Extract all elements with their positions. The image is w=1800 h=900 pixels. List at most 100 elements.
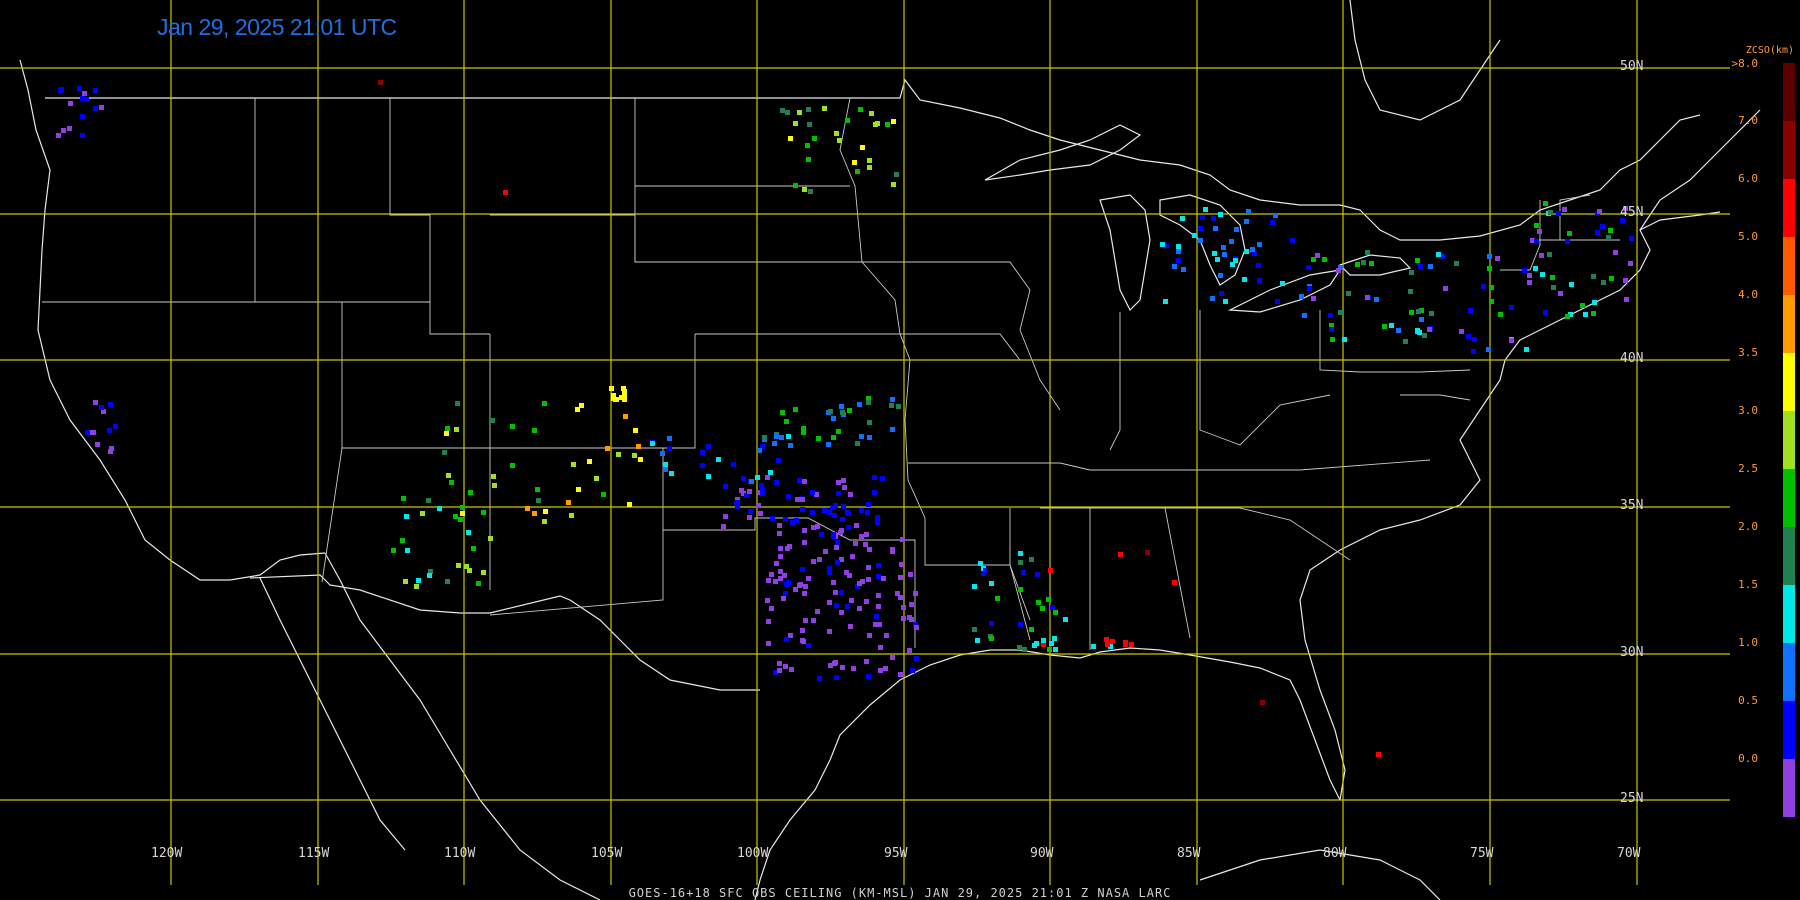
- ceiling-map: [0, 0, 1795, 900]
- legend-tick: 5.0: [1738, 230, 1758, 243]
- station-marker: [793, 183, 798, 188]
- station-marker: [1606, 235, 1611, 240]
- station-marker: [1562, 207, 1567, 212]
- station-marker: [770, 516, 775, 521]
- station-marker: [1246, 209, 1251, 214]
- station-marker: [1489, 299, 1494, 304]
- station-marker: [832, 513, 837, 518]
- station-marker: [801, 426, 806, 431]
- station-marker: [811, 618, 816, 623]
- station-marker: [1049, 641, 1054, 646]
- station-marker: [1172, 264, 1177, 269]
- station-marker: [766, 619, 771, 624]
- station-marker: [1307, 286, 1312, 291]
- lon-label: 80W: [1323, 846, 1347, 861]
- station-marker: [840, 410, 845, 415]
- station-marker: [807, 122, 812, 127]
- station-marker: [404, 514, 409, 519]
- legend-tick: 2.0: [1738, 520, 1758, 533]
- station-marker: [781, 596, 786, 601]
- station-marker: [1419, 317, 1424, 322]
- station-marker: [535, 487, 540, 492]
- lon-label: 75W: [1470, 846, 1494, 861]
- station-marker: [95, 442, 100, 447]
- station-marker: [1592, 300, 1597, 305]
- lake-erie: [1227, 269, 1342, 313]
- station-marker: [777, 523, 782, 528]
- station-marker: [866, 400, 871, 405]
- station-marker: [1428, 264, 1433, 269]
- station-marker: [80, 96, 85, 101]
- station-marker: [1218, 273, 1223, 278]
- station-marker: [93, 88, 98, 93]
- station-marker: [449, 480, 454, 485]
- station-marker: [826, 442, 831, 447]
- station-marker: [846, 511, 851, 516]
- station-marker: [1498, 312, 1503, 317]
- station-marker: [669, 471, 674, 476]
- lat-lon-grid: [0, 0, 1730, 885]
- station-marker: [1396, 328, 1401, 333]
- station-marker: [1416, 309, 1421, 314]
- station-marker: [896, 404, 901, 409]
- station-marker: [890, 549, 895, 554]
- station-marker: [857, 402, 862, 407]
- station-marker: [873, 622, 878, 627]
- station-marker: [867, 165, 872, 170]
- legend-swatch: [1783, 643, 1795, 701]
- station-marker: [490, 418, 495, 423]
- station-marker: [773, 579, 778, 584]
- station-marker: [594, 476, 599, 481]
- station-marker: [800, 638, 805, 643]
- station-marker: [1198, 226, 1203, 231]
- station-marker: [866, 577, 871, 582]
- station-marker: [400, 538, 405, 543]
- station-marker: [454, 427, 459, 432]
- station-marker: [611, 396, 616, 401]
- station-marker: [875, 121, 880, 126]
- station-marker: [872, 490, 877, 495]
- station-marker: [838, 530, 843, 535]
- station-marker: [853, 541, 858, 546]
- station-marker: [80, 133, 85, 138]
- lon-label: 70W: [1617, 846, 1641, 861]
- station-marker: [806, 107, 811, 112]
- station-marker: [834, 131, 839, 136]
- station-marker: [785, 110, 790, 115]
- lat-label: 30N: [1620, 645, 1644, 660]
- station-marker: [67, 126, 72, 131]
- station-marker: [835, 560, 840, 565]
- station-marker: [872, 475, 877, 480]
- station-marker: [492, 483, 497, 488]
- station-marker: [817, 676, 822, 681]
- station-marker: [758, 511, 763, 516]
- station-marker: [1534, 223, 1539, 228]
- station-marker: [1486, 347, 1491, 352]
- legend-tick: 3.0: [1738, 404, 1758, 417]
- station-marker: [587, 459, 592, 464]
- station-marker: [426, 498, 431, 503]
- station-marker: [835, 540, 840, 545]
- station-marker: [989, 581, 994, 586]
- station-marker: [1244, 249, 1249, 254]
- station-marker: [914, 656, 919, 661]
- station-marker: [834, 545, 839, 550]
- station-marker: [860, 145, 865, 150]
- station-marker: [741, 476, 746, 481]
- station-marker: [848, 624, 853, 629]
- station-marker: [576, 487, 581, 492]
- station-marker: [849, 598, 854, 603]
- station-marker: [800, 507, 805, 512]
- station-marker: [858, 107, 863, 112]
- station-marker: [1346, 291, 1351, 296]
- station-marker: [784, 637, 789, 642]
- station-marker: [1495, 256, 1500, 261]
- station-marker: [747, 515, 752, 520]
- station-marker: [1565, 314, 1570, 319]
- station-marker: [839, 590, 844, 595]
- station-marker: [757, 448, 762, 453]
- station-marker: [867, 435, 872, 440]
- station-marker: [842, 485, 847, 490]
- station-marker: [481, 570, 486, 575]
- station-marker: [783, 591, 788, 596]
